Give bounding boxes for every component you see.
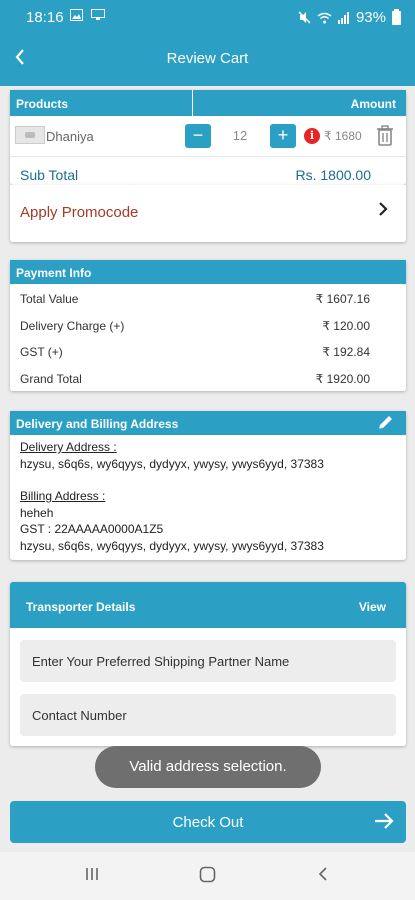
status-time: 18:16 <box>26 9 64 26</box>
status-right: 93% <box>298 8 401 26</box>
chevron-right-icon <box>378 201 388 222</box>
payment-row-total-value: Total Value ₹ 1607.16 <box>10 284 406 311</box>
status-left-icons <box>70 9 105 24</box>
payment-row-label: Grand Total <box>20 371 82 386</box>
info-icon[interactable]: i <box>304 128 320 144</box>
promocode-label: Apply Promocode <box>20 204 139 221</box>
check-out-button[interactable]: Check Out <box>10 801 406 843</box>
subtotal-label: Sub Total <box>20 167 79 183</box>
products-header: Products Amount <box>10 90 406 116</box>
billing-address-label: Billing Address : <box>20 489 106 503</box>
product-price: ₹ 1680 <box>324 129 362 143</box>
product-name: Dhaniya <box>46 129 94 144</box>
monitor-icon <box>90 9 105 20</box>
header-divider <box>192 90 193 116</box>
payment-row-label: Total Value <box>20 292 79 306</box>
transporter-header: Transporter Details View <box>10 582 406 628</box>
product-thumbnail <box>15 126 45 144</box>
payment-row-value: ₹ 1607.16 <box>315 292 370 306</box>
battery-icon <box>392 8 401 25</box>
edit-pencil-icon[interactable] <box>377 414 394 434</box>
address-title: Delivery and Billing Address <box>16 417 179 431</box>
signal-icon <box>337 11 349 24</box>
arrow-right-icon <box>374 812 394 834</box>
billing-name: heheh <box>20 505 54 520</box>
transporter-card: Transporter Details View <box>10 582 406 746</box>
delivery-address-text: hzysu, s6q6s, wy6qyys, dydyyx, ywysy, yw… <box>20 456 324 471</box>
apply-promocode-row[interactable]: Apply Promocode <box>10 185 406 242</box>
home-icon[interactable] <box>199 866 216 888</box>
payment-info-title: Payment Info <box>10 260 406 284</box>
system-nav-bar <box>0 852 415 900</box>
app-bar: Review Cart <box>0 34 415 86</box>
address-card: Delivery and Billing Address Delivery Ad… <box>10 411 406 560</box>
quantity-value[interactable]: 12 <box>213 128 267 143</box>
transporter-title: Transporter Details <box>26 600 136 614</box>
increase-quantity-button[interactable]: + <box>270 124 296 148</box>
payment-row-label: GST (+) <box>20 345 63 359</box>
battery-percent: 93% <box>355 9 386 26</box>
payment-row-gst: GST (+) ₹ 192.84 <box>10 337 406 364</box>
billing-gst: GST : 22AAAAA0000A1Z5 <box>20 522 164 536</box>
address-body: Delivery Address : hzysu, s6q6s, wy6qyys… <box>10 435 406 558</box>
products-header-label: Products <box>16 97 69 111</box>
billing-address-text: hzysu, s6q6s, wy6qyys, dydyyx, ywysy, yw… <box>20 538 324 553</box>
payment-row-grand-total: Grand Total ₹ 1920.00 <box>10 364 406 391</box>
wifi-icon <box>317 12 332 23</box>
products-card: Products Amount Dhaniya − 12 + i ₹ 1680 … <box>10 90 406 185</box>
transporter-view-link[interactable]: View <box>359 600 386 614</box>
page-title: Review Cart <box>166 50 249 67</box>
decrease-quantity-button[interactable]: − <box>185 124 211 148</box>
image-icon <box>70 9 83 21</box>
address-header: Delivery and Billing Address <box>10 411 406 435</box>
status-bar: 18:16 93% <box>0 0 415 34</box>
subtotal-value: Rs. 1800.00 <box>295 167 372 183</box>
payment-row-label: Delivery Charge (+) <box>20 318 125 333</box>
mute-icon <box>298 11 311 24</box>
delivery-address-label: Delivery Address : <box>20 440 117 454</box>
check-out-label: Check Out <box>172 814 244 831</box>
payment-row-value: ₹ 192.84 <box>322 345 370 359</box>
trash-icon[interactable] <box>376 125 394 151</box>
contact-number-input[interactable] <box>20 694 396 736</box>
payment-row-value: ₹ 1920.00 <box>315 371 370 386</box>
subtotal-row: Sub Total Rs. 1800.00 <box>10 156 406 185</box>
toast-message: Valid address selection. <box>95 746 321 788</box>
amount-header-label: Amount <box>350 97 396 111</box>
payment-row-delivery-charge: Delivery Charge (+) ₹ 120.00 <box>10 311 406 338</box>
payment-row-value: ₹ 120.00 <box>322 318 370 333</box>
back-nav-icon[interactable] <box>318 866 328 887</box>
cart-item-row: Dhaniya − 12 + i ₹ 1680 <box>10 116 406 156</box>
shipping-partner-input[interactable] <box>20 640 396 682</box>
recent-apps-icon[interactable] <box>84 866 100 887</box>
payment-info-card: Payment Info Total Value ₹ 1607.16 Deliv… <box>10 260 406 391</box>
